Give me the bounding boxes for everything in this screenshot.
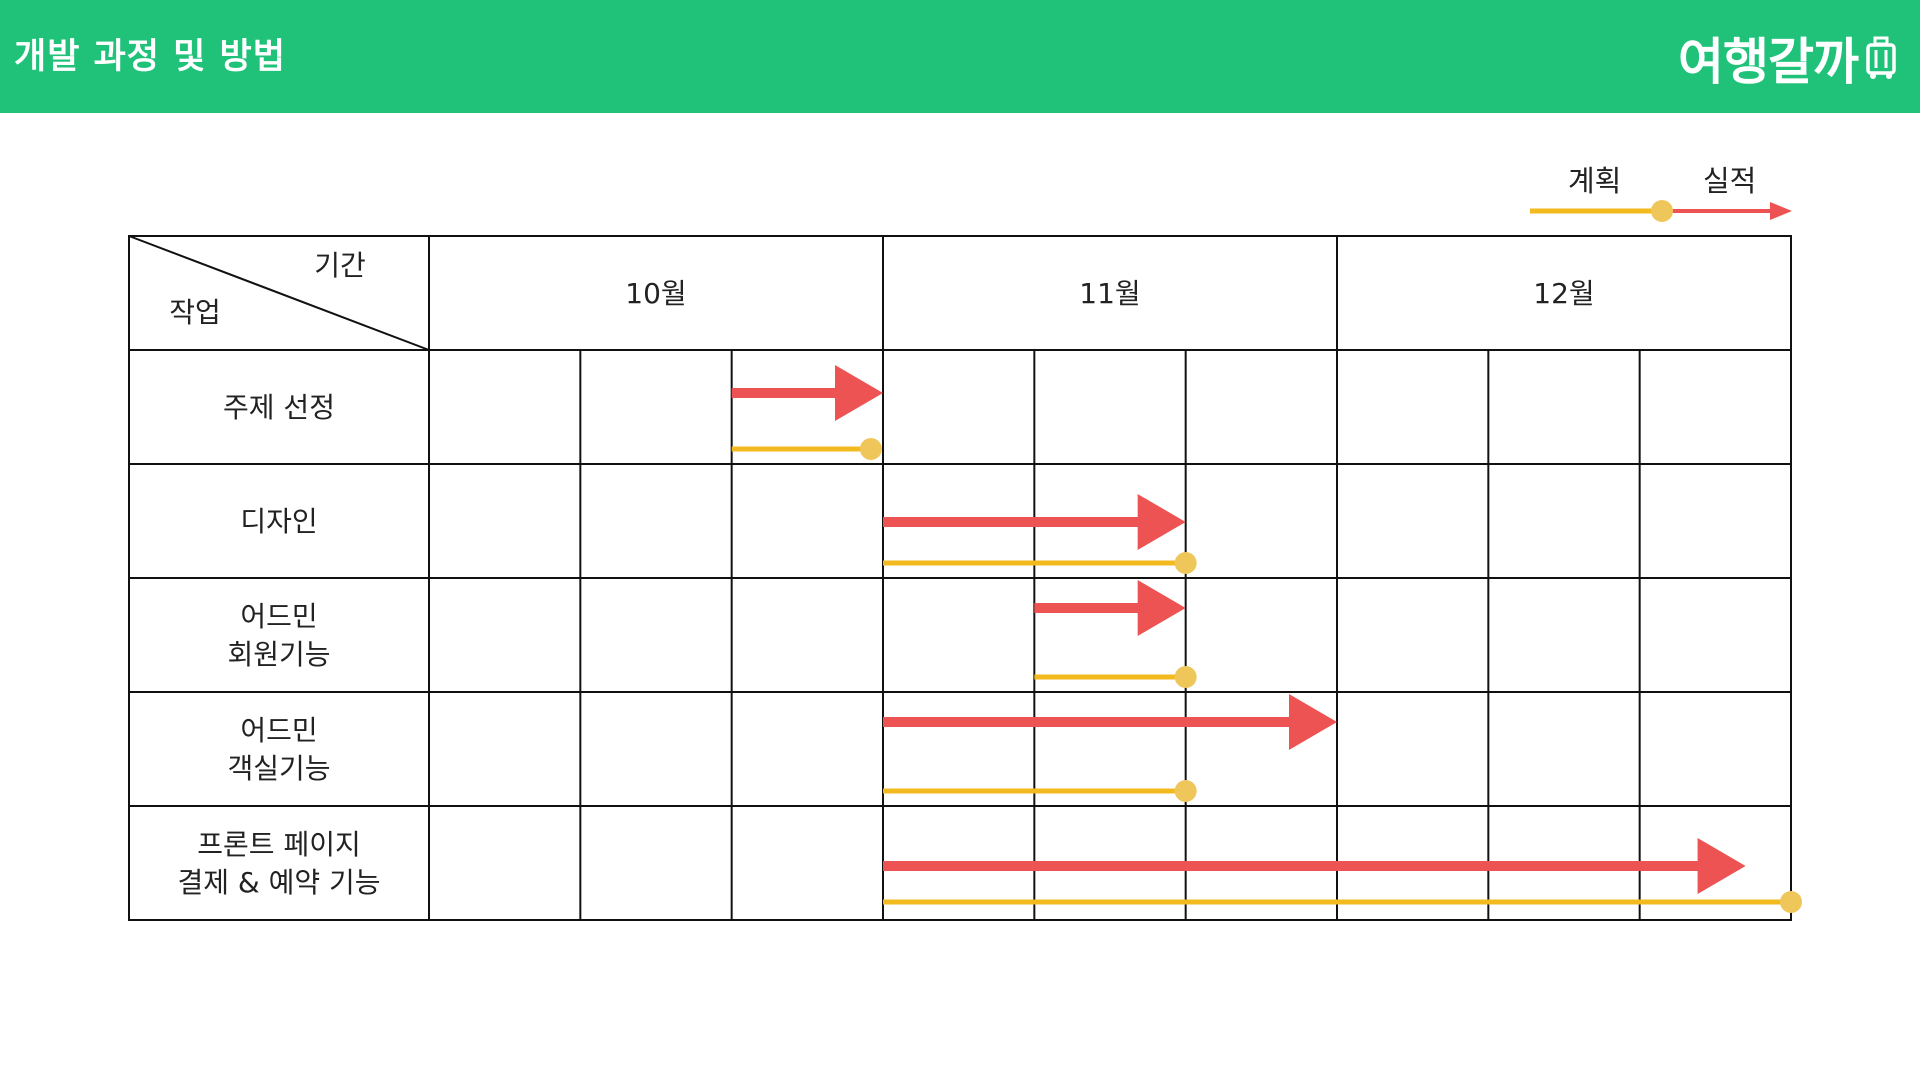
month-label: 12월 — [1533, 277, 1594, 310]
task-label: 어드민 — [240, 600, 317, 633]
task-label: 주제 선정 — [223, 391, 335, 424]
legend-actual-arrowhead — [1770, 202, 1792, 220]
task-label: 결제 & 예약 기능 — [177, 866, 380, 899]
corner-period-label: 기간 — [314, 249, 366, 282]
actual-arrowhead — [1697, 838, 1746, 894]
corner-diagonal — [128, 235, 430, 351]
actual-arrowhead — [835, 365, 883, 421]
task-label: 어드민 — [240, 714, 317, 747]
actual-arrowhead — [1137, 580, 1186, 636]
legend-marks — [1530, 200, 1792, 222]
actual-arrowhead — [1289, 694, 1337, 750]
task-label: 객실기능 — [227, 752, 330, 785]
task-label: 프론트 페이지 — [197, 828, 360, 861]
month-label: 11월 — [1079, 277, 1140, 310]
legend-plan-dot — [1651, 200, 1673, 222]
plan-endpoint — [859, 438, 882, 460]
gantt-bars — [731, 365, 1802, 913]
task-label: 회원기능 — [227, 638, 330, 671]
plan-endpoint — [1174, 552, 1197, 574]
corner-task-label: 작업 — [169, 296, 221, 329]
task-label: 디자인 — [240, 505, 317, 538]
gantt-grid — [128, 235, 1792, 921]
actual-arrowhead — [1137, 494, 1186, 550]
plan-endpoint — [1174, 780, 1197, 802]
month-label: 10월 — [625, 277, 686, 310]
gantt-labels: 기간작업10월 11월 12월주제 선정디자인어드민회원기능어드민객실기능프론트 페… — [169, 249, 1594, 899]
plan-endpoint — [1174, 666, 1197, 688]
plan-endpoint — [1780, 891, 1802, 913]
gantt-chart: 기간작업10월 11월 12월주제 선정디자인어드민회원기능어드민객실기능프론트 페… — [128, 200, 1802, 921]
